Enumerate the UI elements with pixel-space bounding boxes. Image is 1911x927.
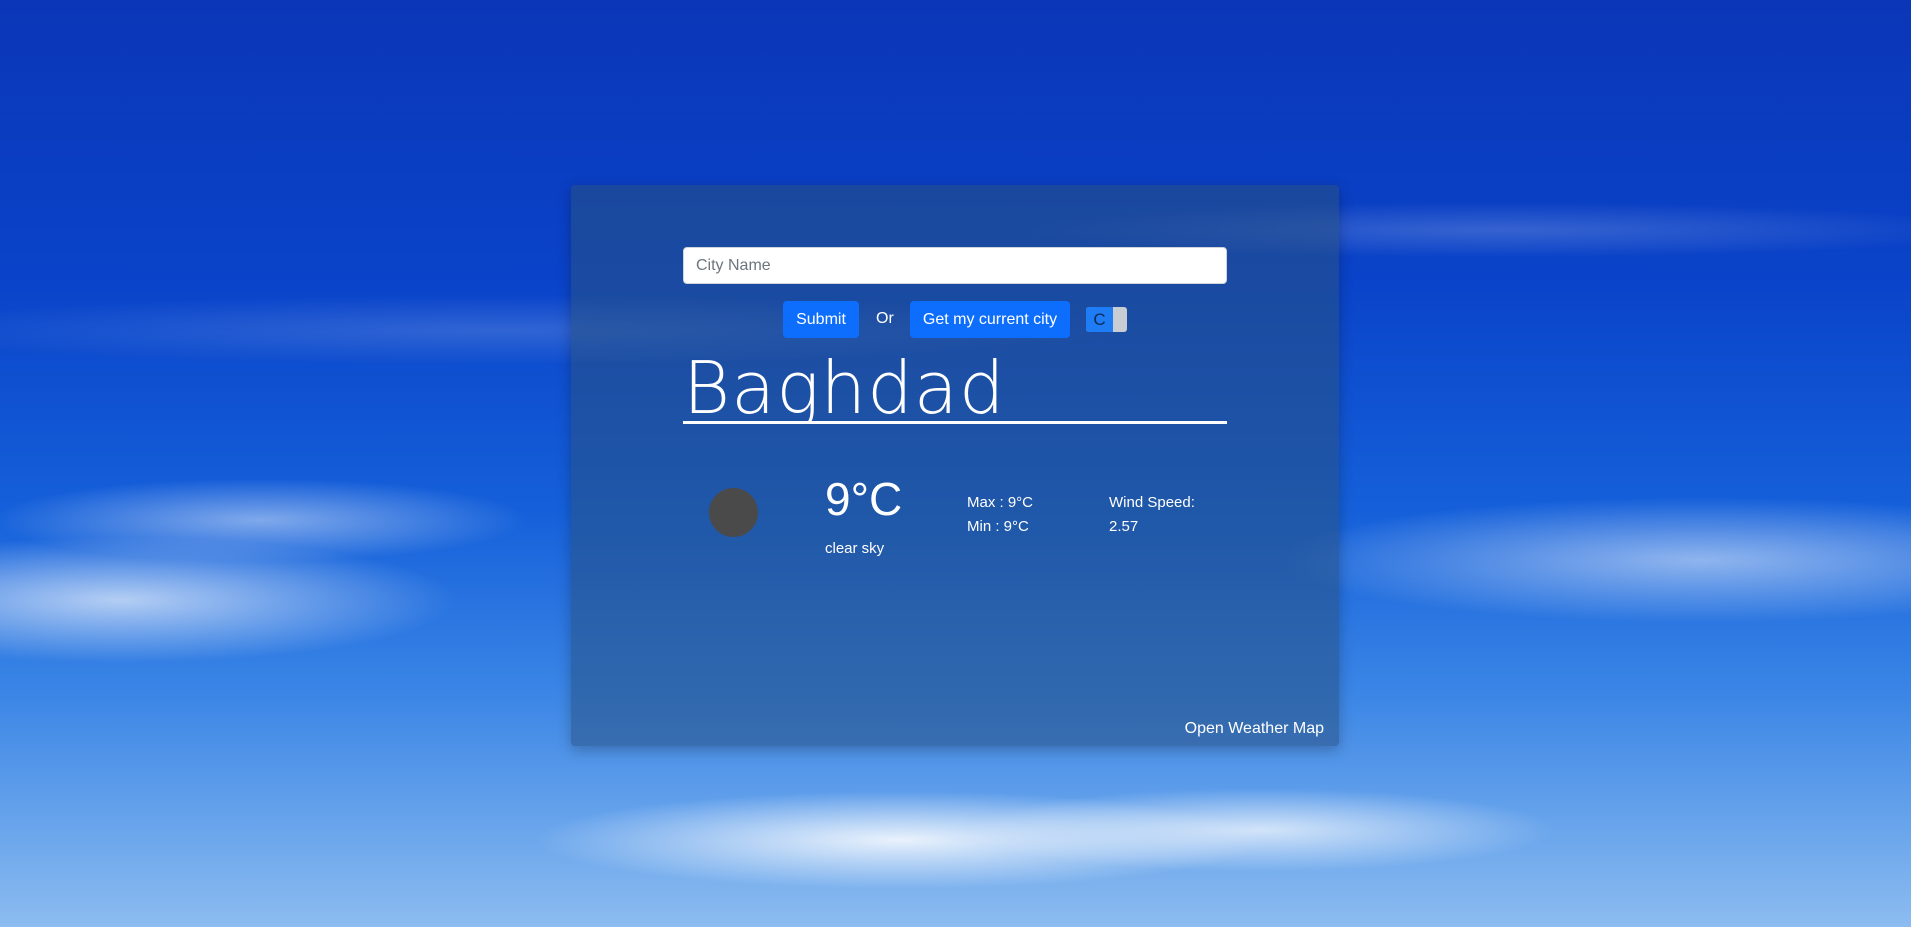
submit-button[interactable]: Submit: [783, 301, 859, 338]
wind-speed-value: 2.57: [1109, 518, 1139, 535]
min-temperature: Min : 9°C: [967, 518, 1029, 535]
weather-description: clear sky: [825, 540, 885, 557]
current-temperature: 9°C: [825, 473, 903, 525]
wind-speed-label: Wind Speed:: [1109, 494, 1195, 511]
city-name-input[interactable]: [683, 247, 1227, 284]
or-separator-text: Or: [876, 310, 894, 327]
open-weather-map-link[interactable]: Open Weather Map: [1185, 720, 1324, 738]
city-title: Baghdad: [683, 355, 1227, 424]
min-max-temperature: Max : 9°C Min : 9°C: [967, 491, 1033, 539]
weather-condition-icon: [709, 488, 758, 537]
unit-toggle[interactable]: C: [1086, 307, 1127, 332]
max-temperature: Max : 9°C: [967, 494, 1034, 511]
get-current-city-button[interactable]: Get my current city: [910, 301, 1070, 338]
weather-card: Submit Or Get my current city C Baghdad …: [571, 185, 1339, 746]
wind-speed: Wind Speed: 2.57: [1109, 491, 1195, 539]
unit-toggle-label: C: [1086, 307, 1113, 332]
